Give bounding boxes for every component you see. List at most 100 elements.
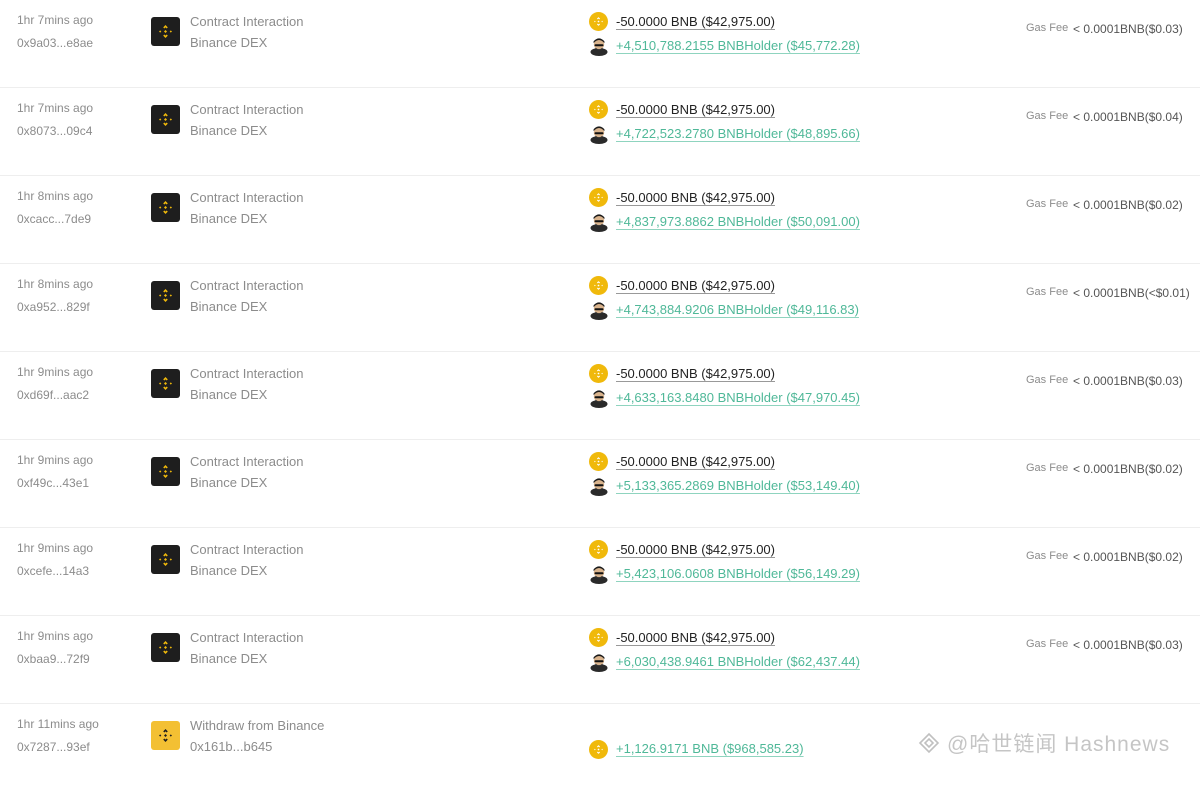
tx-time: 1hr 7mins ago <box>17 13 94 27</box>
watermark-logo-icon <box>918 732 940 754</box>
gas-fee-label: Gas Fee <box>1026 462 1069 474</box>
amount-out-link[interactable]: -50.0000 BNB ($42,975.00) <box>616 542 775 557</box>
tx-source-address-link[interactable]: 0x161b...b645 <box>190 739 272 754</box>
tx-hash-link[interactable]: 0xcefe...14a3 <box>17 564 89 578</box>
tx-protocol-label: Binance DEX <box>190 387 268 402</box>
transaction-row[interactable]: 1hr 9mins ago 0xf49c...43e1 Contract Int… <box>0 440 1200 528</box>
transaction-row[interactable]: 1hr 9mins ago 0xd69f...aac2 Contract Int… <box>0 352 1200 440</box>
tx-protocol-label: Binance DEX <box>190 475 268 490</box>
transaction-list: 1hr 7mins ago 0x9a03...e8ae Contract Int… <box>0 0 1200 792</box>
bnbholder-token-icon <box>590 652 608 672</box>
transaction-row[interactable]: 1hr 8mins ago 0xa952...829f Contract Int… <box>0 264 1200 352</box>
bnbholder-token-icon <box>590 212 608 232</box>
tx-time: 1hr 8mins ago <box>17 277 94 291</box>
tx-protocol-label: Binance DEX <box>190 35 268 50</box>
bnb-coin-icon <box>589 452 608 471</box>
binance-logo-icon <box>151 281 180 310</box>
binance-logo-icon <box>151 457 180 486</box>
tx-hash-link[interactable]: 0xf49c...43e1 <box>17 476 89 490</box>
amount-in-link[interactable]: +4,633,163.8480 BNBHolder ($47,970.45) <box>616 390 860 405</box>
gas-fee-label: Gas Fee <box>1026 198 1069 210</box>
bnb-coin-icon <box>589 100 608 119</box>
watermark: @哈世链闻 Hashnews <box>917 728 1170 758</box>
bnbholder-token-icon <box>590 300 608 320</box>
amount-in-link[interactable]: +6,030,438.9461 BNBHolder ($62,437.44) <box>616 654 860 669</box>
watermark-text: @哈世链闻 Hashnews <box>947 733 1171 756</box>
amount-in-link[interactable]: +5,423,106.0608 BNBHolder ($56,149.29) <box>616 566 860 581</box>
amount-in-link[interactable]: +4,510,788.2155 BNBHolder ($45,772.28) <box>616 38 860 53</box>
tx-protocol-label: Binance DEX <box>190 563 268 578</box>
bnbholder-token-icon <box>590 476 608 496</box>
tx-type-label: Contract Interaction <box>190 14 304 29</box>
gas-fee-value: < 0.0001BNB($0.03) <box>1073 22 1183 36</box>
tx-time: 1hr 9mins ago <box>17 541 94 555</box>
tx-hash-link[interactable]: 0xa952...829f <box>17 300 90 314</box>
gas-fee-label: Gas Fee <box>1026 550 1069 562</box>
amount-in-link[interactable]: +4,743,884.9206 BNBHolder ($49,116.83) <box>616 302 859 317</box>
amount-in-link[interactable]: +4,837,973.8862 BNBHolder ($50,091.00) <box>616 214 860 229</box>
tx-hash-link[interactable]: 0x7287...93ef <box>17 740 90 754</box>
tx-hash-link[interactable]: 0xbaa9...72f9 <box>17 652 90 666</box>
gas-fee-value: < 0.0001BNB(<$0.01) <box>1073 286 1190 300</box>
tx-hash-link[interactable]: 0x8073...09c4 <box>17 124 92 138</box>
tx-type-label: Contract Interaction <box>190 278 304 293</box>
tx-time: 1hr 9mins ago <box>17 365 94 379</box>
bnbholder-token-icon <box>590 124 608 144</box>
gas-fee-label: Gas Fee <box>1026 110 1069 122</box>
amount-out-link[interactable]: -50.0000 BNB ($42,975.00) <box>616 190 775 205</box>
tx-type-label: Contract Interaction <box>190 102 304 117</box>
tx-hash-link[interactable]: 0x9a03...e8ae <box>17 36 93 50</box>
tx-type-label: Contract Interaction <box>190 630 304 645</box>
amount-out-link[interactable]: -50.0000 BNB ($42,975.00) <box>616 454 775 469</box>
tx-type-label: Withdraw from Binance <box>190 718 325 733</box>
transaction-row[interactable]: 1hr 8mins ago 0xcacc...7de9 Contract Int… <box>0 176 1200 264</box>
gas-fee-value: < 0.0001BNB($0.02) <box>1073 198 1183 212</box>
tx-protocol-label: Binance DEX <box>190 299 268 314</box>
gas-fee-value: < 0.0001BNB($0.03) <box>1073 374 1183 388</box>
tx-time: 1hr 7mins ago <box>17 101 94 115</box>
gas-fee-value: < 0.0001BNB($0.03) <box>1073 638 1183 652</box>
tx-hash-link[interactable]: 0xcacc...7de9 <box>17 212 91 226</box>
bnb-coin-icon <box>589 364 608 383</box>
amount-in-link[interactable]: +1,126.9171 BNB ($968,585.23) <box>616 741 804 756</box>
amount-out-link[interactable]: -50.0000 BNB ($42,975.00) <box>616 102 775 117</box>
gas-fee-label: Gas Fee <box>1026 22 1069 34</box>
amount-in-link[interactable]: +5,133,365.2869 BNBHolder ($53,149.40) <box>616 478 860 493</box>
transaction-row[interactable]: 1hr 9mins ago 0xcefe...14a3 Contract Int… <box>0 528 1200 616</box>
binance-logo-icon <box>151 193 180 222</box>
bnb-coin-icon <box>589 628 608 647</box>
gas-fee-label: Gas Fee <box>1026 638 1069 650</box>
gas-fee-value: < 0.0001BNB($0.04) <box>1073 110 1183 124</box>
binance-logo-icon <box>151 545 180 574</box>
amount-out-link[interactable]: -50.0000 BNB ($42,975.00) <box>616 630 775 645</box>
amount-out-link[interactable]: -50.0000 BNB ($42,975.00) <box>616 366 775 381</box>
binance-logo-icon <box>151 369 180 398</box>
bnbholder-token-icon <box>590 564 608 584</box>
bnb-coin-icon <box>589 540 608 559</box>
amount-out-link[interactable]: -50.0000 BNB ($42,975.00) <box>616 278 775 293</box>
tx-time: 1hr 11mins ago <box>17 717 99 731</box>
amount-out-link[interactable]: -50.0000 BNB ($42,975.00) <box>616 14 775 29</box>
transaction-row[interactable]: 1hr 9mins ago 0xbaa9...72f9 Contract Int… <box>0 616 1200 704</box>
amount-in-link[interactable]: +4,722,523.2780 BNBHolder ($48,895.66) <box>616 126 860 141</box>
binance-logo-icon <box>151 17 180 46</box>
tx-protocol-label: Binance DEX <box>190 211 268 226</box>
tx-time: 1hr 8mins ago <box>17 189 94 203</box>
tx-type-label: Contract Interaction <box>190 454 304 469</box>
tx-hash-link[interactable]: 0xd69f...aac2 <box>17 388 89 402</box>
binance-logo-icon <box>151 633 180 662</box>
gas-fee-value: < 0.0001BNB($0.02) <box>1073 462 1183 476</box>
transaction-row[interactable]: 1hr 7mins ago 0x9a03...e8ae Contract Int… <box>0 0 1200 88</box>
tx-time: 1hr 9mins ago <box>17 453 94 467</box>
bnb-coin-icon <box>589 188 608 207</box>
bnbholder-token-icon <box>590 36 608 56</box>
tx-type-label: Contract Interaction <box>190 190 304 205</box>
transaction-row[interactable]: 1hr 7mins ago 0x8073...09c4 Contract Int… <box>0 88 1200 176</box>
bnbholder-token-icon <box>590 388 608 408</box>
tx-protocol-label: Binance DEX <box>190 651 268 666</box>
tx-protocol-label: Binance DEX <box>190 123 268 138</box>
binance-logo-icon <box>151 721 180 750</box>
tx-type-label: Contract Interaction <box>190 366 304 381</box>
bnb-coin-icon <box>589 740 608 759</box>
tx-time: 1hr 9mins ago <box>17 629 94 643</box>
